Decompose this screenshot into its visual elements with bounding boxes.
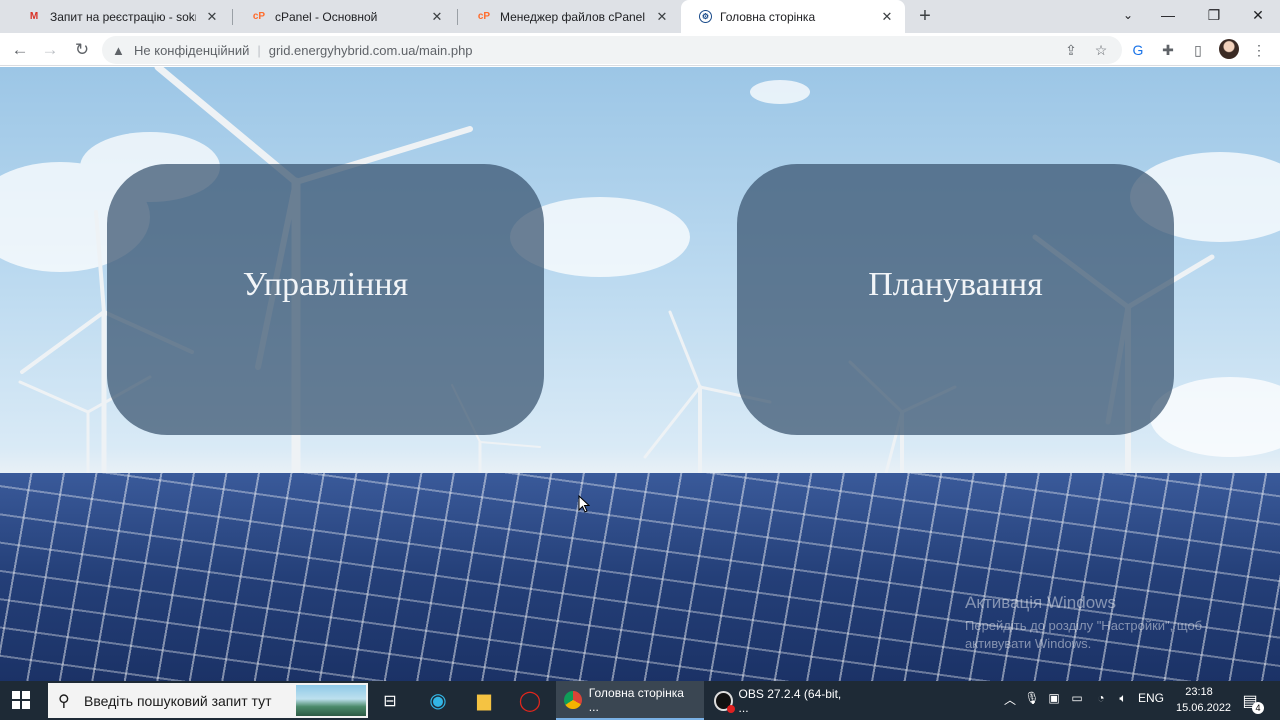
minimize-icon[interactable]: —: [1156, 4, 1180, 26]
warning-triangle-icon[interactable]: ▲: [112, 43, 128, 58]
close-window-icon[interactable]: ✕: [1246, 4, 1270, 26]
management-card-label: Управління: [242, 265, 409, 303]
windows-start-icon[interactable]: [12, 691, 30, 709]
tab-file-manager[interactable]: cP Менеджер файлов cPanel верс ✕: [458, 0, 680, 33]
translate-icon[interactable]: G: [1128, 40, 1148, 60]
back-arrow-icon[interactable]: ←: [8, 38, 32, 62]
mouse-cursor-icon: [578, 495, 590, 513]
management-card[interactable]: Управління: [107, 164, 544, 435]
opera-icon[interactable]: ◯: [512, 685, 548, 716]
planning-card[interactable]: Планування: [737, 164, 1174, 435]
profile-avatar[interactable]: [1219, 39, 1239, 59]
close-icon[interactable]: ✕: [204, 9, 220, 25]
reload-icon[interactable]: ↻: [70, 38, 94, 62]
tab-strip: M Запит на реєстрацію - sokrutan ✕ cP cP…: [0, 0, 1280, 33]
gmail-icon: M: [29, 11, 39, 22]
chrome-icon: [564, 690, 582, 709]
windows-activation-watermark: Активація Windows Перейдіть до розділу "…: [965, 593, 1202, 653]
bookmark-star-icon[interactable]: ☆: [1092, 41, 1110, 59]
clock-time: 23:18: [1185, 686, 1213, 698]
taskbar-window-label: Головна сторінка ...: [588, 685, 684, 714]
notification-count-badge: 4: [1252, 702, 1264, 714]
tab-gmail[interactable]: M Запит на реєстрацію - sokrutan ✕: [8, 0, 230, 33]
search-placeholder: Введіть пошуковий запит тут: [84, 692, 272, 709]
taskbar-window-label: OBS 27.2.4 (64-bit, ...: [738, 686, 842, 715]
extensions-puzzle-icon[interactable]: ✚: [1158, 40, 1178, 60]
close-icon[interactable]: ✕: [654, 9, 670, 25]
language-label: ENG: [1137, 691, 1164, 705]
url-text[interactable]: grid.energyhybrid.com.ua/main.php: [269, 43, 473, 58]
watermark-subtitle: Перейдіть до розділу "Настройки", щоб ак…: [965, 617, 1202, 653]
tab-title: Запит на реєстрацію - sokrutan: [50, 9, 196, 24]
notification-icon[interactable]: ▤ 4: [1238, 691, 1264, 714]
taskbar-window-obs[interactable]: OBS 27.2.4 (64-bit, ...: [706, 681, 852, 720]
close-icon[interactable]: ✕: [879, 9, 895, 25]
clock-date: 15.06.2022: [1176, 702, 1232, 714]
obs-icon: [714, 690, 735, 713]
edge-icon[interactable]: ◉: [420, 685, 456, 716]
search-icon: ⚲: [58, 692, 70, 710]
system-clock[interactable]: 23:18 15.06.2022: [1176, 684, 1232, 716]
address-bar[interactable]: ▲ Не конфіденційний | grid.energyhybrid.…: [102, 36, 1122, 64]
forward-arrow-icon[interactable]: →: [38, 38, 62, 62]
windows-taskbar: ⚲ Введіть пошуковий запит тут ⊟ ◉ ▆ ◯ Го…: [0, 681, 1280, 720]
taskbar-window-chrome[interactable]: Головна сторінка ...: [556, 681, 704, 720]
task-view-icon[interactable]: ⊟: [372, 685, 408, 716]
battery-icon[interactable]: ▭: [1068, 691, 1086, 705]
tab-title: Головна сторінка: [720, 9, 816, 24]
tray-chevron-up-icon[interactable]: ︿: [1002, 691, 1018, 708]
language-indicator[interactable]: ENG: [1136, 691, 1166, 705]
page-content: Управління Планування Активація Windows …: [0, 67, 1280, 681]
microphone-icon[interactable]: 🎙︎: [1024, 691, 1040, 705]
tab-cpanel[interactable]: cP cPanel - Основной ✕: [233, 0, 455, 33]
menu-dots-icon[interactable]: ⋮: [1249, 40, 1269, 60]
share-icon[interactable]: ⇪: [1062, 41, 1080, 59]
watermark-line-2: активувати Windows.: [965, 636, 1092, 651]
wifi-icon[interactable]: ◔: [1092, 691, 1110, 705]
tab-title: cPanel - Основной: [275, 9, 378, 24]
tab-home-page[interactable]: ⚙ Головна сторінка ✕: [681, 0, 905, 33]
file-explorer-icon[interactable]: ▆: [466, 685, 502, 716]
tab-title: Менеджер файлов cPanel верс: [500, 9, 646, 24]
tab-search-chevron-icon[interactable]: ⌄: [1116, 4, 1140, 26]
restore-icon[interactable]: ❐: [1202, 4, 1226, 26]
close-icon[interactable]: ✕: [429, 9, 445, 25]
side-panel-icon[interactable]: ▯: [1188, 40, 1208, 60]
meet-now-icon[interactable]: ▣: [1046, 691, 1062, 705]
new-tab-button[interactable]: +: [914, 5, 936, 27]
planning-card-label: Планування: [868, 265, 1043, 303]
cpanel-icon: cP: [477, 11, 491, 22]
search-highlight-illustration: [296, 685, 366, 716]
site-icon: ⚙: [699, 10, 712, 23]
browser-toolbar: ← → ↻ ▲ Не конфіденційний | grid.energyh…: [0, 33, 1280, 66]
security-label[interactable]: Не конфіденційний: [134, 43, 249, 58]
volume-icon[interactable]: 🔈︎: [1114, 691, 1132, 706]
watermark-line-1: Перейдіть до розділу "Настройки", щоб: [965, 618, 1203, 633]
watermark-title: Активація Windows: [965, 593, 1116, 612]
address-separator: |: [257, 42, 261, 58]
cpanel-icon: cP: [252, 11, 266, 22]
